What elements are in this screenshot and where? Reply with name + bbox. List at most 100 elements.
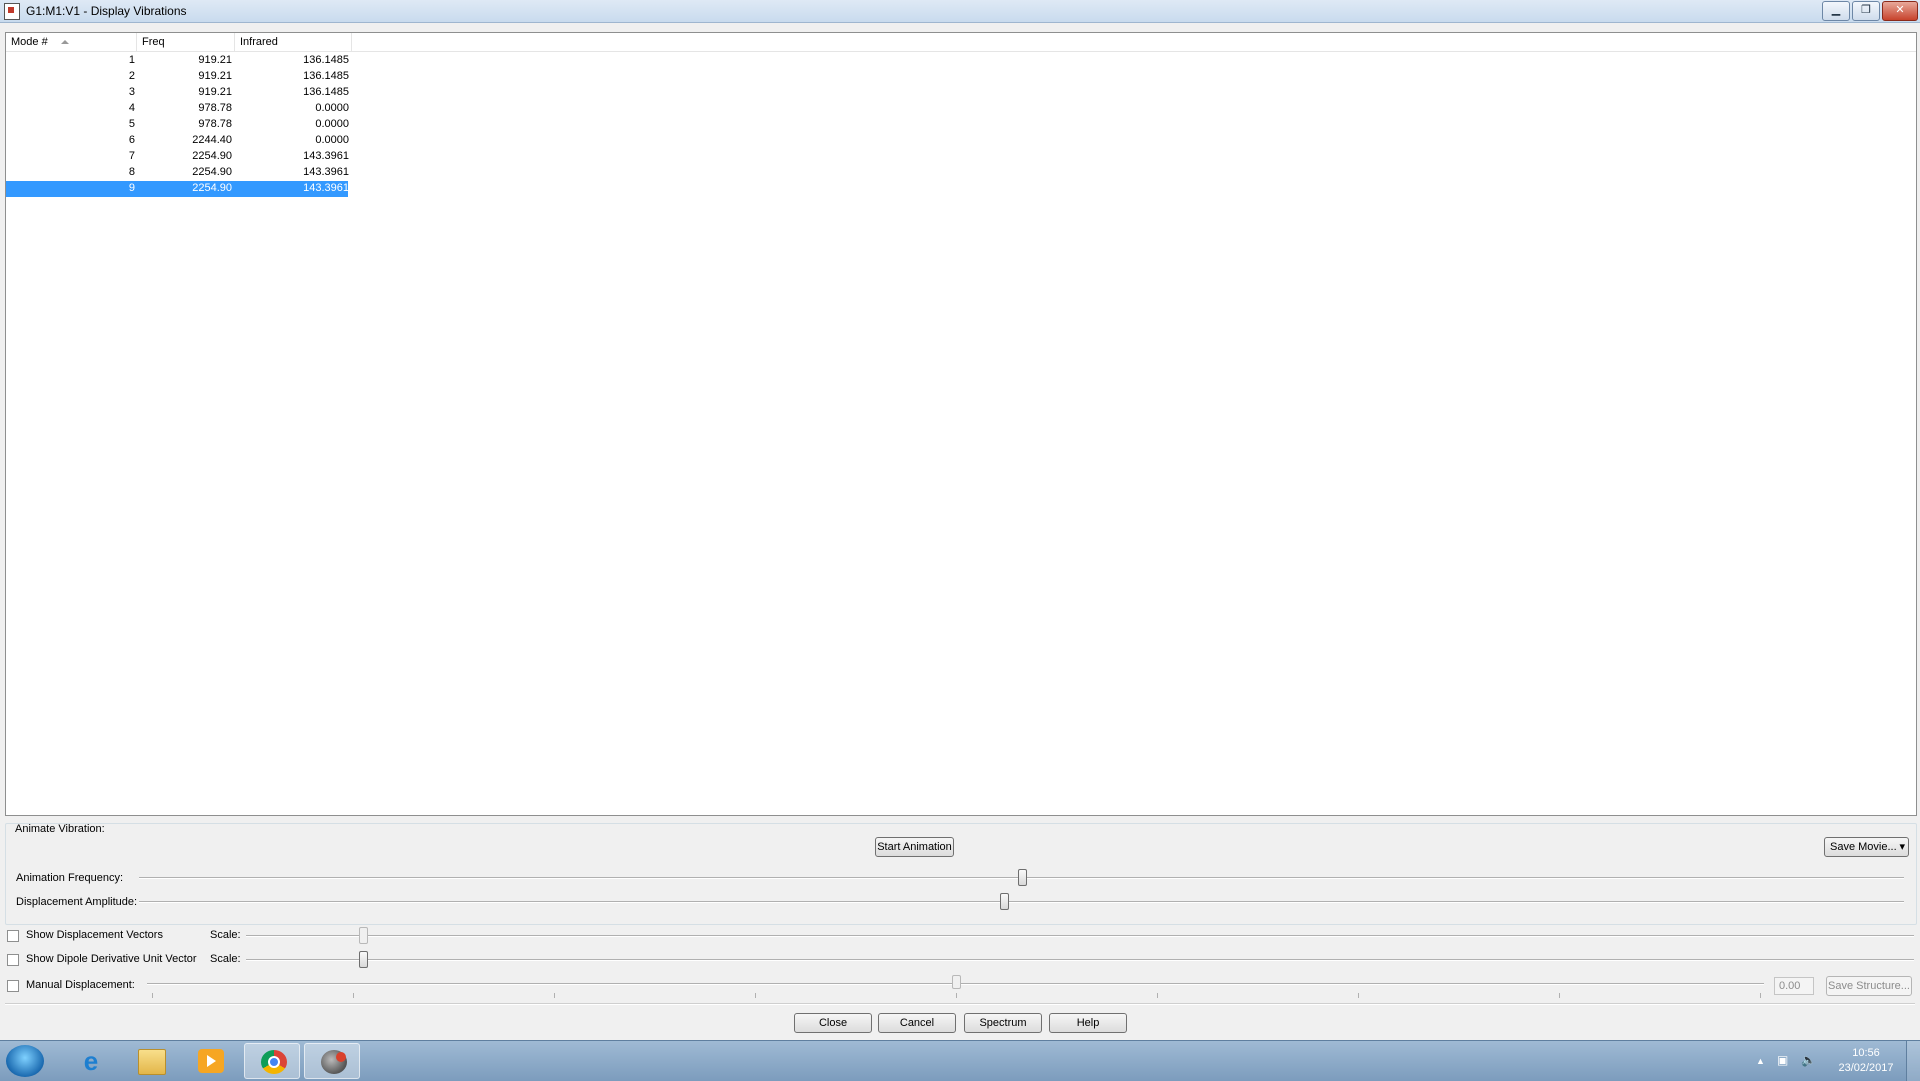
vectors-scale-track bbox=[246, 935, 1914, 937]
column-header-freq-label: Freq bbox=[142, 36, 165, 48]
mode-cell: 7 bbox=[128, 150, 135, 162]
table-row[interactable]: 9 2254.90 143.3961 bbox=[6, 181, 349, 197]
table-row[interactable]: 5 978.78 0.0000 bbox=[6, 117, 349, 133]
manual-displacement-label: Manual Displacement: bbox=[26, 979, 135, 991]
animate-vibration-label: Animate Vibration: bbox=[15, 823, 105, 835]
mode-cell: 6 bbox=[128, 134, 135, 146]
mode-cell: 9 bbox=[128, 182, 135, 194]
table-row[interactable]: 3 919.21 136.1485 bbox=[6, 85, 349, 101]
cancel-button[interactable]: Cancel bbox=[878, 1013, 956, 1033]
infrared-cell: 143.3961 bbox=[303, 150, 349, 162]
start-animation-button[interactable]: Start Animation bbox=[875, 837, 954, 857]
taskbar-media-player[interactable] bbox=[182, 1043, 238, 1079]
close-window-button[interactable]: ✕ bbox=[1882, 1, 1918, 21]
mode-cell: 2 bbox=[128, 70, 135, 82]
table-body: 1 919.21 136.1485 2 919.21 136.1485 3 919.21 136… bbox=[6, 53, 349, 197]
mode-cell: 5 bbox=[128, 118, 135, 130]
taskbar: e ▲ ▣ 🔈 10:56 23/02/2017 bbox=[0, 1040, 1920, 1081]
slider-tick bbox=[1760, 993, 1761, 998]
slider-tick bbox=[554, 993, 555, 998]
gaussview-icon bbox=[321, 1050, 347, 1074]
mode-cell: 4 bbox=[128, 102, 135, 114]
table-row[interactable]: 1 919.21 136.1485 bbox=[6, 53, 349, 69]
infrared-cell: 136.1485 bbox=[303, 70, 349, 82]
column-header-mode[interactable]: Mode # bbox=[6, 33, 137, 51]
window-title: G1:M1:V1 - Display Vibrations bbox=[26, 4, 187, 18]
save-movie-button[interactable]: Save Movie... ▾ bbox=[1824, 837, 1909, 857]
column-header-infrared-label: Infrared bbox=[240, 36, 278, 48]
save-structure-button[interactable]: Save Structure... bbox=[1826, 976, 1912, 996]
clock[interactable]: 10:56 23/02/2017 bbox=[1826, 1046, 1906, 1076]
show-displacement-vectors-label: Show Displacement Vectors bbox=[26, 929, 163, 941]
displacement-amplitude-slider[interactable] bbox=[999, 893, 1009, 910]
dipole-scale-slider[interactable] bbox=[358, 951, 368, 968]
divider bbox=[5, 1003, 1915, 1005]
slider-tick bbox=[1157, 993, 1158, 998]
infrared-cell: 136.1485 bbox=[303, 54, 349, 66]
media-player-icon bbox=[198, 1049, 224, 1073]
taskbar-gaussview[interactable] bbox=[304, 1043, 360, 1079]
help-button[interactable]: Help bbox=[1049, 1013, 1127, 1033]
internet-explorer-icon: e bbox=[83, 1046, 99, 1076]
show-displacement-vectors-checkbox[interactable] bbox=[7, 930, 19, 942]
dipole-scale-label: Scale: bbox=[210, 953, 241, 965]
animation-frequency-label: Animation Frequency: bbox=[16, 872, 123, 884]
mode-cell: 3 bbox=[128, 86, 135, 98]
table-row[interactable]: 2 919.21 136.1485 bbox=[6, 69, 349, 85]
show-dipole-derivative-label: Show Dipole Derivative Unit Vector bbox=[26, 953, 197, 965]
table-row[interactable]: 7 2254.90 143.3961 bbox=[6, 149, 349, 165]
mode-cell: 1 bbox=[128, 54, 135, 66]
column-header-freq[interactable]: Freq bbox=[137, 33, 235, 51]
vibrations-table[interactable]: Mode # Freq Infrared 1 919.21 136.1485 2 919… bbox=[5, 32, 1917, 816]
freq-cell: 919.21 bbox=[198, 54, 232, 66]
dropdown-arrow-icon: ▾ bbox=[1899, 841, 1905, 853]
slider-tick bbox=[956, 993, 957, 998]
slider-tick bbox=[1358, 993, 1359, 998]
animation-frequency-slider[interactable] bbox=[1017, 869, 1027, 886]
tray-expand-icon[interactable]: ▲ bbox=[1756, 1056, 1765, 1066]
table-row[interactable]: 6 2244.40 0.0000 bbox=[6, 133, 349, 149]
infrared-cell: 0.0000 bbox=[315, 118, 349, 130]
displacement-amplitude-label: Displacement Amplitude: bbox=[16, 896, 138, 908]
sort-ascending-icon bbox=[61, 40, 69, 44]
manual-displacement-slider[interactable] bbox=[951, 975, 961, 989]
taskbar-internet-explorer[interactable]: e bbox=[62, 1043, 118, 1079]
app-icon[interactable] bbox=[4, 3, 20, 20]
close-button[interactable]: Close bbox=[794, 1013, 872, 1033]
manual-displacement-checkbox[interactable] bbox=[7, 980, 19, 992]
minimize-button[interactable]: ▁ bbox=[1822, 1, 1850, 21]
infrared-cell: 136.1485 bbox=[303, 86, 349, 98]
infrared-cell: 143.3961 bbox=[303, 166, 349, 178]
clock-date: 23/02/2017 bbox=[1838, 1062, 1894, 1074]
freq-cell: 978.78 bbox=[198, 102, 232, 114]
taskbar-chrome[interactable] bbox=[244, 1043, 300, 1079]
table-row[interactable]: 8 2254.90 143.3961 bbox=[6, 165, 349, 181]
title-bar: G1:M1:V1 - Display Vibrations ▁ ❐ ✕ bbox=[0, 0, 1920, 23]
taskbar-file-explorer[interactable] bbox=[122, 1043, 178, 1079]
freq-cell: 2254.90 bbox=[192, 150, 232, 162]
volume-icon[interactable]: 🔈 bbox=[1801, 1053, 1816, 1067]
infrared-cell: 143.3961 bbox=[303, 182, 349, 194]
vectors-scale-label: Scale: bbox=[210, 929, 241, 941]
start-button[interactable] bbox=[6, 1045, 44, 1077]
clock-time: 10:56 bbox=[1852, 1047, 1880, 1059]
displacement-amplitude-track[interactable] bbox=[139, 901, 1904, 903]
column-header-infrared[interactable]: Infrared bbox=[235, 33, 352, 51]
dipole-scale-track bbox=[246, 959, 1914, 961]
freq-cell: 978.78 bbox=[198, 118, 232, 130]
vectors-scale-slider[interactable] bbox=[358, 927, 368, 944]
freq-cell: 2254.90 bbox=[192, 166, 232, 178]
show-desktop-button[interactable] bbox=[1906, 1041, 1920, 1081]
maximize-button[interactable]: ❐ bbox=[1852, 1, 1880, 21]
slider-tick bbox=[353, 993, 354, 998]
column-header-mode-label: Mode # bbox=[11, 36, 48, 48]
network-icon[interactable]: ▣ bbox=[1777, 1053, 1788, 1067]
show-dipole-derivative-checkbox[interactable] bbox=[7, 954, 19, 966]
freq-cell: 919.21 bbox=[198, 86, 232, 98]
folder-icon bbox=[138, 1049, 166, 1075]
table-row[interactable]: 4 978.78 0.0000 bbox=[6, 101, 349, 117]
table-header: Mode # Freq Infrared bbox=[6, 33, 1916, 52]
spectrum-button[interactable]: Spectrum bbox=[964, 1013, 1042, 1033]
manual-displacement-value[interactable]: 0.00 bbox=[1774, 977, 1814, 995]
slider-tick bbox=[1559, 993, 1560, 998]
